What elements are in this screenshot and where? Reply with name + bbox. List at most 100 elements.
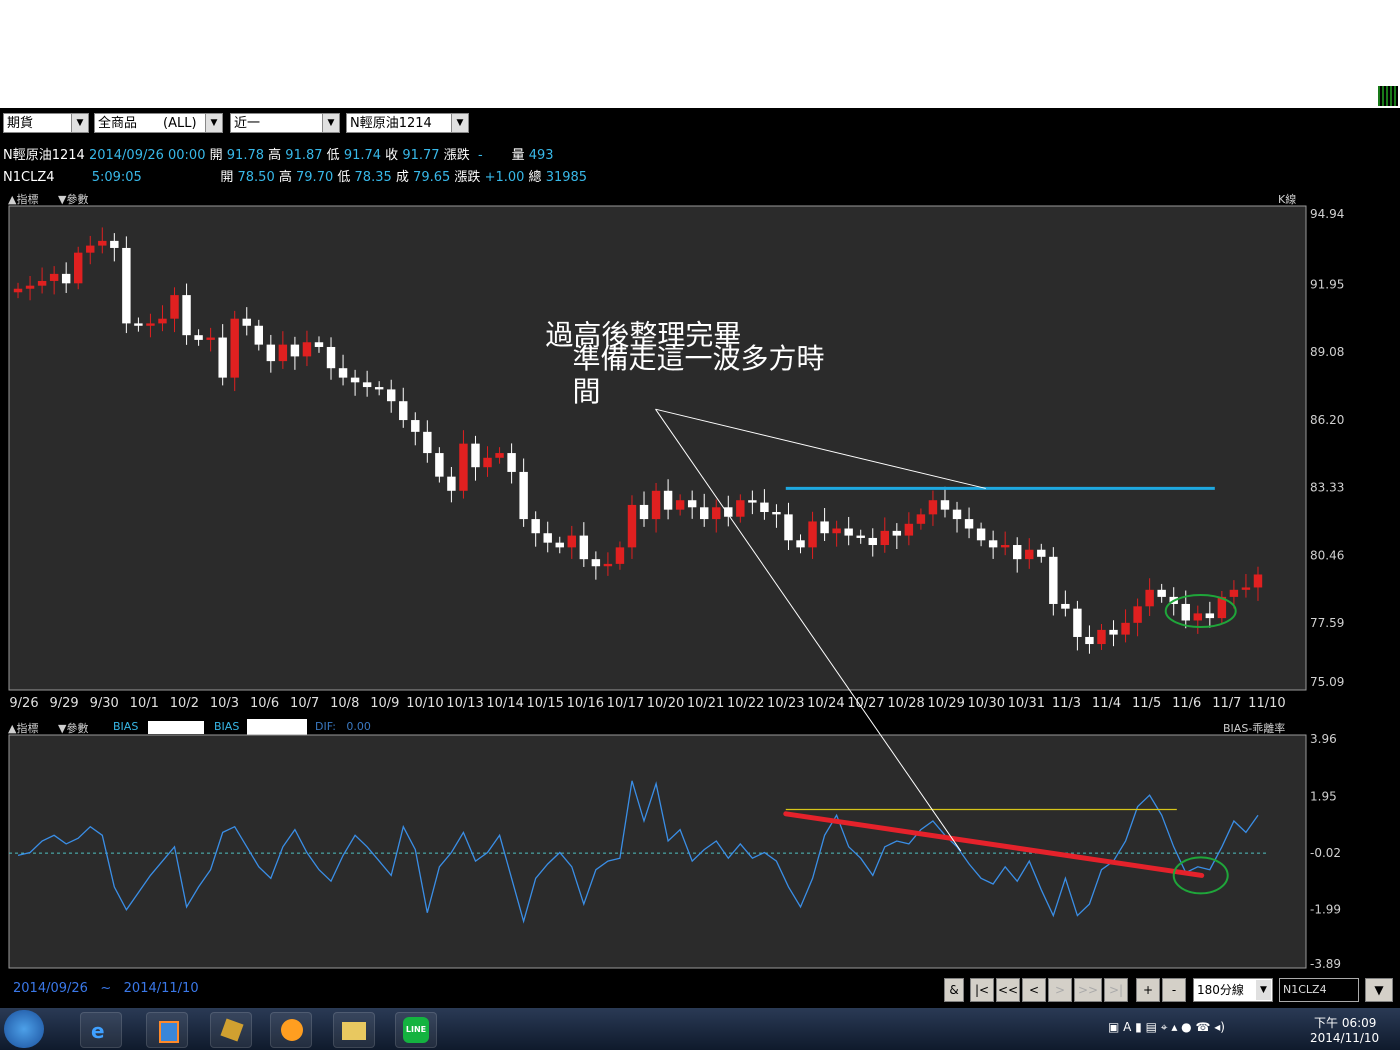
chart-svg: 94.94 91.95 89.08 86.20 83.33 80.46 77.59 75.09…: [8, 205, 1344, 971]
price-tick-label: 89.08: [1310, 345, 1344, 359]
date-tick-label: 10/7: [290, 696, 319, 711]
candle-body: [1205, 613, 1215, 619]
app-icon[interactable]: [210, 1012, 252, 1048]
symbol-input[interactable]: N1CLZ4: [1279, 978, 1359, 1002]
zoom-in-button[interactable]: +: [1136, 978, 1160, 1002]
date-tick-label: 10/15: [526, 696, 563, 711]
candle-body: [615, 547, 625, 564]
date-tick-label: 10/23: [767, 696, 804, 711]
last-button[interactable]: >|: [1104, 978, 1128, 1002]
candle-body: [158, 318, 167, 324]
candle-body: [663, 490, 673, 510]
chat-app-icon[interactable]: [270, 1012, 312, 1048]
candle-body: [218, 337, 227, 378]
date-tick-label: 10/1: [130, 696, 159, 711]
fast-back-button[interactable]: <<: [996, 978, 1020, 1002]
candle-body: [110, 240, 119, 248]
date-tick-label: 10/14: [486, 696, 523, 711]
candle-body: [1193, 613, 1203, 621]
interval-select[interactable]: 180分線 ▼: [1193, 978, 1273, 1002]
date-tick-label: 10/3: [210, 696, 239, 711]
price-tick-label: 77.59: [1310, 616, 1344, 630]
candle-body: [675, 500, 685, 510]
date-tick-label: 11/5: [1132, 696, 1161, 711]
candle-body: [820, 521, 829, 534]
candle-body: [362, 382, 372, 388]
first-button[interactable]: |<: [970, 978, 994, 1002]
candle-body: [206, 337, 215, 340]
candle-body: [49, 273, 59, 281]
candle-body: [447, 476, 456, 491]
annotation-text-3: 間: [573, 375, 601, 408]
date-tick-label: 11/6: [1172, 696, 1201, 711]
candle-body: [374, 387, 384, 390]
fast-forward-button[interactable]: >>: [1074, 978, 1102, 1002]
candle-body: [1061, 603, 1070, 609]
candle-body: [1085, 636, 1094, 645]
candle-body: [796, 540, 805, 548]
amp-button[interactable]: &: [944, 978, 964, 1002]
candle-body: [98, 240, 107, 246]
candle-body: [880, 530, 890, 546]
candle-body: [952, 509, 962, 520]
dropdown-arrow-button[interactable]: ▼: [1365, 978, 1393, 1002]
candle-body: [1229, 589, 1239, 597]
candle-body: [567, 535, 577, 548]
forward-button[interactable]: >: [1048, 978, 1072, 1002]
line-app-icon[interactable]: LINE: [395, 1012, 437, 1048]
candle-body: [1121, 622, 1130, 635]
date-tick-label: 10/13: [446, 696, 483, 711]
candle-body: [579, 535, 589, 560]
back-button[interactable]: <: [1022, 978, 1046, 1002]
zoom-out-button[interactable]: -: [1162, 978, 1186, 1002]
candle-body: [892, 530, 902, 536]
candle-body: [495, 453, 504, 458]
candle-body: [86, 245, 95, 253]
candle-body: [73, 252, 83, 284]
candle-body: [844, 528, 853, 536]
folder-icon[interactable]: [333, 1012, 375, 1048]
price-tick-label: 83.33: [1310, 481, 1344, 495]
price-tick-label: 91.95: [1310, 277, 1344, 291]
date-tick-label: 11/4: [1092, 696, 1121, 711]
date-tick-label: 11/3: [1052, 696, 1081, 711]
media-player-icon[interactable]: [146, 1012, 188, 1048]
candle-body: [904, 523, 914, 536]
start-orb-icon[interactable]: [4, 1010, 44, 1048]
price-tick-label: 94.94: [1310, 207, 1344, 221]
candle-body: [1241, 587, 1251, 590]
candle-body: [856, 535, 865, 538]
date-tick-label: 11/7: [1212, 696, 1241, 711]
candle-body: [1037, 549, 1046, 557]
candle-body: [37, 280, 47, 286]
candle-body: [13, 288, 23, 293]
date-tick-label: 10/29: [927, 696, 964, 711]
clock-time: 下午 06:09: [1314, 1016, 1377, 1030]
date-tick-label: 9/26: [9, 696, 38, 711]
candle-body: [699, 507, 709, 520]
candle-body: [1157, 589, 1166, 597]
candle-body: [230, 318, 239, 378]
candle-body: [832, 528, 841, 534]
bias-plot-area: [8, 734, 1307, 969]
candle-body: [916, 514, 926, 524]
clock-date: 2014/11/10: [1310, 1031, 1380, 1045]
candle-body: [134, 323, 143, 326]
system-tray-icons[interactable]: ▣ A ▮ ▤ ⌖ ▴ ● ☎ ◂): [1108, 1020, 1225, 1035]
ie-browser-icon[interactable]: e: [80, 1012, 122, 1048]
date-tick-label: 10/2: [170, 696, 199, 711]
candle-body: [1133, 606, 1142, 623]
date-tick-label: 10/27: [847, 696, 884, 711]
candle-body: [1000, 545, 1010, 548]
candle-body: [543, 533, 552, 543]
candle-body: [736, 500, 745, 517]
candle-body: [519, 471, 528, 520]
candle-body: [1109, 629, 1118, 635]
annotation-text-2: 準備走這一波多方時: [573, 342, 825, 375]
bias-tick-label: 1.95: [1310, 790, 1337, 804]
candle-body: [314, 342, 324, 347]
candle-body: [627, 504, 637, 548]
candle-body: [507, 453, 516, 472]
candle-body: [964, 519, 974, 529]
candle-body: [748, 500, 757, 503]
